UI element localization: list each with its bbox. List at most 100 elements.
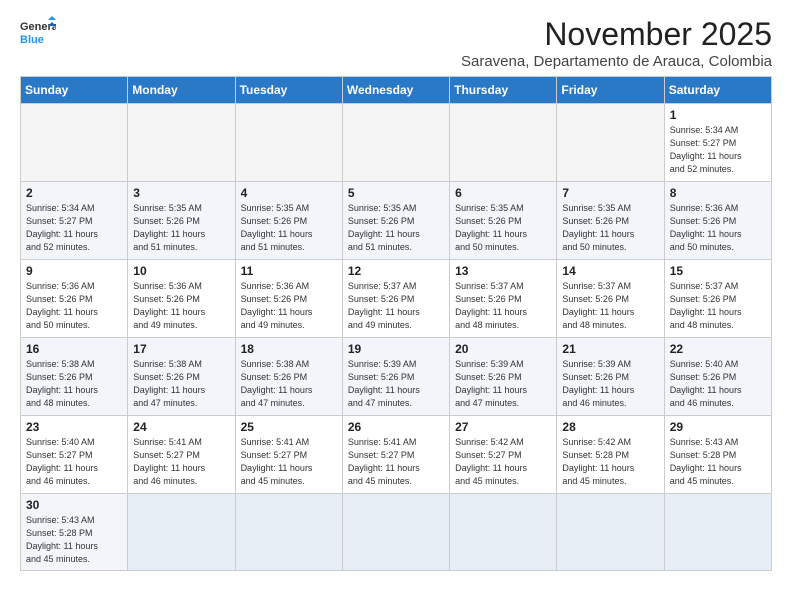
- calendar-cell: 1 Sunrise: 5:34 AMSunset: 5:27 PMDaylight…: [664, 104, 771, 182]
- weekday-header: Tuesday: [235, 77, 342, 104]
- month-title: November 2025: [461, 16, 772, 53]
- day-info: Sunrise: 5:37 AMSunset: 5:26 PMDaylight:…: [455, 280, 551, 332]
- calendar-week-row: 1 Sunrise: 5:34 AMSunset: 5:27 PMDaylight…: [21, 104, 772, 182]
- day-info: Sunrise: 5:38 AMSunset: 5:26 PMDaylight:…: [26, 358, 122, 410]
- day-number: 29: [670, 420, 766, 434]
- day-info: Sunrise: 5:36 AMSunset: 5:26 PMDaylight:…: [26, 280, 122, 332]
- day-info: Sunrise: 5:38 AMSunset: 5:26 PMDaylight:…: [241, 358, 337, 410]
- day-info: Sunrise: 5:35 AMSunset: 5:26 PMDaylight:…: [348, 202, 444, 254]
- day-info: Sunrise: 5:37 AMSunset: 5:26 PMDaylight:…: [348, 280, 444, 332]
- weekday-header: Thursday: [450, 77, 557, 104]
- calendar-header: SundayMondayTuesdayWednesdayThursdayFrid…: [21, 77, 772, 104]
- header: General Blue November 2025 Saravena, Dep…: [20, 16, 772, 70]
- day-number: 24: [133, 420, 229, 434]
- calendar-cell: 18 Sunrise: 5:38 AMSunset: 5:26 PMDayligh…: [235, 338, 342, 416]
- day-number: 5: [348, 186, 444, 200]
- day-info: Sunrise: 5:43 AMSunset: 5:28 PMDaylight:…: [26, 514, 122, 566]
- day-number: 28: [562, 420, 658, 434]
- calendar-cell: 3Sunrise: 5:35 AMSunset: 5:26 PMDaylight…: [128, 182, 235, 260]
- calendar-week-row: 16Sunrise: 5:38 AMSunset: 5:26 PMDayligh…: [21, 338, 772, 416]
- calendar-cell: 12 Sunrise: 5:37 AMSunset: 5:26 PMDayligh…: [342, 260, 449, 338]
- calendar-cell: 19Sunrise: 5:39 AMSunset: 5:26 PMDayligh…: [342, 338, 449, 416]
- day-info: Sunrise: 5:35 AMSunset: 5:26 PMDaylight:…: [562, 202, 658, 254]
- calendar-cell: 11 Sunrise: 5:36 AMSunset: 5:26 PMDayligh…: [235, 260, 342, 338]
- day-number: 9: [26, 264, 122, 278]
- day-info: Sunrise: 5:43 AMSunset: 5:28 PMDaylight:…: [670, 436, 766, 488]
- day-number: 20: [455, 342, 551, 356]
- calendar-cell: 26Sunrise: 5:41 AMSunset: 5:27 PMDayligh…: [342, 416, 449, 494]
- day-info: Sunrise: 5:41 AMSunset: 5:27 PMDaylight:…: [241, 436, 337, 488]
- calendar-cell: [342, 494, 449, 571]
- day-number: 11: [241, 264, 337, 278]
- calendar-cell: 30 Sunrise: 5:43 AMSunset: 5:28 PMDayligh…: [21, 494, 128, 571]
- day-number: 30: [26, 498, 122, 512]
- title-area: November 2025 Saravena, Departamento de …: [461, 16, 772, 70]
- day-number: 25: [241, 420, 337, 434]
- day-number: 15: [670, 264, 766, 278]
- calendar-cell: 28 Sunrise: 5:42 AMSunset: 5:28 PMDayligh…: [557, 416, 664, 494]
- calendar-cell: 10 Sunrise: 5:36 AMSunset: 5:26 PMDayligh…: [128, 260, 235, 338]
- calendar-cell: [450, 494, 557, 571]
- calendar-cell: 4 Sunrise: 5:35 AMSunset: 5:26 PMDaylight…: [235, 182, 342, 260]
- calendar-cell: [342, 104, 449, 182]
- day-info: Sunrise: 5:40 AMSunset: 5:27 PMDaylight:…: [26, 436, 122, 488]
- day-number: 6: [455, 186, 551, 200]
- calendar-cell: 8Sunrise: 5:36 AMSunset: 5:26 PMDaylight…: [664, 182, 771, 260]
- calendar-cell: [235, 104, 342, 182]
- day-number: 4: [241, 186, 337, 200]
- calendar-cell: [128, 104, 235, 182]
- day-info: Sunrise: 5:41 AMSunset: 5:27 PMDaylight:…: [133, 436, 229, 488]
- day-number: 12: [348, 264, 444, 278]
- calendar-cell: [128, 494, 235, 571]
- day-info: Sunrise: 5:42 AMSunset: 5:28 PMDaylight:…: [562, 436, 658, 488]
- day-info: Sunrise: 5:40 AMSunset: 5:26 PMDaylight:…: [670, 358, 766, 410]
- day-number: 3: [133, 186, 229, 200]
- day-info: Sunrise: 5:34 AMSunset: 5:27 PMDaylight:…: [670, 124, 766, 176]
- weekday-header: Saturday: [664, 77, 771, 104]
- day-number: 10: [133, 264, 229, 278]
- weekday-header: Wednesday: [342, 77, 449, 104]
- day-number: 18: [241, 342, 337, 356]
- calendar-cell: 29 Sunrise: 5:43 AMSunset: 5:28 PMDayligh…: [664, 416, 771, 494]
- calendar-week-row: 9 Sunrise: 5:36 AMSunset: 5:26 PMDaylight…: [21, 260, 772, 338]
- day-info: Sunrise: 5:37 AMSunset: 5:26 PMDaylight:…: [562, 280, 658, 332]
- day-info: Sunrise: 5:36 AMSunset: 5:26 PMDaylight:…: [241, 280, 337, 332]
- svg-text:Blue: Blue: [20, 34, 44, 46]
- calendar-cell: 24 Sunrise: 5:41 AMSunset: 5:27 PMDayligh…: [128, 416, 235, 494]
- day-info: Sunrise: 5:39 AMSunset: 5:26 PMDaylight:…: [455, 358, 551, 410]
- calendar-cell: 13Sunrise: 5:37 AMSunset: 5:26 PMDayligh…: [450, 260, 557, 338]
- calendar-cell: 25 Sunrise: 5:41 AMSunset: 5:27 PMDayligh…: [235, 416, 342, 494]
- calendar-cell: [450, 104, 557, 182]
- day-number: 26: [348, 420, 444, 434]
- day-number: 7: [562, 186, 658, 200]
- day-info: Sunrise: 5:38 AMSunset: 5:26 PMDaylight:…: [133, 358, 229, 410]
- logo: General Blue: [20, 16, 56, 46]
- calendar-cell: 23Sunrise: 5:40 AMSunset: 5:27 PMDayligh…: [21, 416, 128, 494]
- calendar-cell: 17Sunrise: 5:38 AMSunset: 5:26 PMDayligh…: [128, 338, 235, 416]
- calendar-cell: 2 Sunrise: 5:34 AMSunset: 5:27 PMDaylight…: [21, 182, 128, 260]
- calendar-cell: 5 Sunrise: 5:35 AMSunset: 5:26 PMDaylight…: [342, 182, 449, 260]
- day-info: Sunrise: 5:39 AMSunset: 5:26 PMDaylight:…: [562, 358, 658, 410]
- day-info: Sunrise: 5:35 AMSunset: 5:26 PMDaylight:…: [455, 202, 551, 254]
- day-info: Sunrise: 5:34 AMSunset: 5:27 PMDaylight:…: [26, 202, 122, 254]
- day-number: 8: [670, 186, 766, 200]
- weekday-header: Friday: [557, 77, 664, 104]
- day-number: 1: [670, 108, 766, 122]
- calendar-cell: [664, 494, 771, 571]
- day-number: 22: [670, 342, 766, 356]
- day-info: Sunrise: 5:35 AMSunset: 5:26 PMDaylight:…: [241, 202, 337, 254]
- calendar-cell: 14 Sunrise: 5:37 AMSunset: 5:26 PMDayligh…: [557, 260, 664, 338]
- day-number: 14: [562, 264, 658, 278]
- day-info: Sunrise: 5:42 AMSunset: 5:27 PMDaylight:…: [455, 436, 551, 488]
- day-info: Sunrise: 5:37 AMSunset: 5:26 PMDaylight:…: [670, 280, 766, 332]
- calendar-cell: 27Sunrise: 5:42 AMSunset: 5:27 PMDayligh…: [450, 416, 557, 494]
- calendar-cell: 9 Sunrise: 5:36 AMSunset: 5:26 PMDaylight…: [21, 260, 128, 338]
- calendar-cell: 7 Sunrise: 5:35 AMSunset: 5:26 PMDaylight…: [557, 182, 664, 260]
- day-number: 19: [348, 342, 444, 356]
- calendar-cell: 16Sunrise: 5:38 AMSunset: 5:26 PMDayligh…: [21, 338, 128, 416]
- calendar-cell: [557, 494, 664, 571]
- day-number: 2: [26, 186, 122, 200]
- day-number: 21: [562, 342, 658, 356]
- calendar-cell: 6 Sunrise: 5:35 AMSunset: 5:26 PMDaylight…: [450, 182, 557, 260]
- day-info: Sunrise: 5:36 AMSunset: 5:26 PMDaylight:…: [133, 280, 229, 332]
